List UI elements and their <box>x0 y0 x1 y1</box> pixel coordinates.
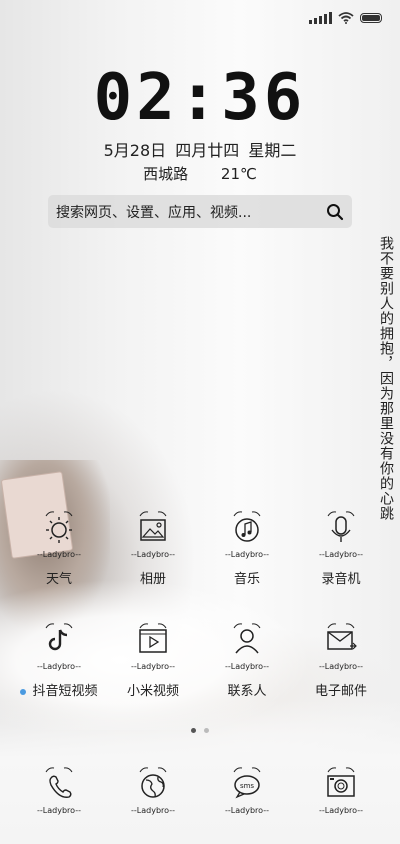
app-label: 天气 <box>45 572 72 587</box>
phone-handset-icon <box>45 767 73 798</box>
app-brand-label: --Ladybro-- <box>131 806 175 815</box>
app-recorder[interactable]: --Ladybro-- 录音机 <box>294 508 388 587</box>
app-weather[interactable]: --Ladybro-- 天气 <box>12 508 106 587</box>
app-brand-label: --Ladybro-- <box>131 550 175 559</box>
dock-browser[interactable]: --Ladybro-- <box>106 764 200 820</box>
contact-person-icon <box>233 623 261 654</box>
search-bar[interactable]: 搜索网页、设置、应用、视频... <box>48 195 352 228</box>
date-weekday: 星期二 <box>248 141 297 160</box>
clock-time[interactable]: 02:36 <box>0 66 400 130</box>
mail-envelope-icon <box>327 623 357 650</box>
signal-bars-icon <box>309 12 332 24</box>
app-label: 相册 <box>139 572 166 587</box>
sms-message-icon: sms <box>233 767 261 799</box>
app-label: 音乐 <box>233 572 260 587</box>
app-brand-label: --Ladybro-- <box>319 806 363 815</box>
new-badge-dot <box>20 688 27 695</box>
app-music[interactable]: --Ladybro-- 音乐 <box>200 508 294 587</box>
app-mi-video[interactable]: --Ladybro-- 小米视频 <box>106 620 200 699</box>
app-label: 录音机 <box>321 572 361 587</box>
app-douyin[interactable]: --Ladybro-- 抖音短视频 <box>12 620 106 699</box>
dock-messages[interactable]: sms --Ladybro-- <box>200 764 294 820</box>
dock-phone[interactable]: --Ladybro-- <box>12 764 106 820</box>
search-placeholder[interactable]: 搜索网页、设置、应用、视频... <box>56 202 326 222</box>
search-icon[interactable] <box>326 203 344 221</box>
app-brand-label: --Ladybro-- <box>37 806 81 815</box>
dock-camera[interactable]: --Ladybro-- <box>294 764 388 820</box>
microphone-icon <box>327 511 355 542</box>
date-lunar: 四月廿四 <box>175 141 240 160</box>
app-gallery[interactable]: --Ladybro-- 相册 <box>106 508 200 587</box>
app-contacts[interactable]: --Ladybro-- 联系人 <box>200 620 294 699</box>
camera-icon <box>327 767 355 797</box>
music-note-icon <box>233 511 261 542</box>
app-brand-label: --Ladybro-- <box>225 806 269 815</box>
gallery-picture-icon <box>139 511 167 541</box>
app-label: 小米视频 <box>126 684 179 699</box>
battery-icon <box>360 13 382 23</box>
app-label: 电子邮件 <box>314 684 367 699</box>
browser-globe-icon <box>139 767 167 798</box>
video-play-icon <box>139 623 167 653</box>
date-gregorian: 5月28日 <box>103 141 167 160</box>
page-dot[interactable] <box>204 728 209 733</box>
svg-text:sms: sms <box>240 782 254 790</box>
app-brand-label: --Ladybro-- <box>131 662 175 671</box>
page-indicator[interactable] <box>0 728 400 733</box>
app-brand-label: --Ladybro-- <box>37 550 81 559</box>
app-brand-label: --Ladybro-- <box>319 550 363 559</box>
wifi-icon <box>338 12 354 24</box>
app-brand-label: --Ladybro-- <box>225 550 269 559</box>
weather-location: 西城路 <box>143 165 189 183</box>
weather-sun-icon <box>45 511 73 543</box>
page-dot-active[interactable] <box>191 728 196 733</box>
date-line[interactable]: 5月28日 四月廿四 星期二 <box>0 137 400 161</box>
weather-temperature: 21℃ <box>220 165 257 183</box>
app-email[interactable]: --Ladybro-- 电子邮件 <box>294 620 388 699</box>
tiktok-icon <box>45 623 73 651</box>
app-brand-label: --Ladybro-- <box>37 662 81 671</box>
weather-line[interactable]: 西城路 21℃ <box>0 163 400 184</box>
app-brand-label: --Ladybro-- <box>225 662 269 671</box>
app-label: 联系人 <box>227 684 267 699</box>
status-bar <box>309 12 382 24</box>
wallpaper-quote: 我不要别人的拥抱，因为那里没有你的心跳 <box>378 236 394 521</box>
app-label: 抖音短视频 <box>32 684 98 699</box>
app-brand-label: --Ladybro-- <box>319 662 363 671</box>
